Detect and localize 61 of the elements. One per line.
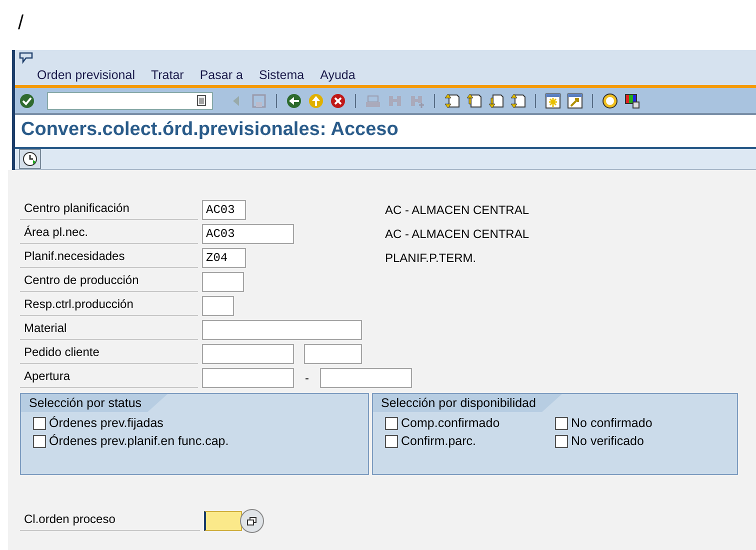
checkbox[interactable] bbox=[385, 434, 398, 448]
input-field[interactable]: AC03 bbox=[202, 200, 246, 220]
lookup-icon bbox=[247, 516, 257, 526]
input-field[interactable] bbox=[202, 368, 294, 388]
enter-icon[interactable] bbox=[19, 92, 35, 108]
field-description: PLANIF.P.TERM. bbox=[385, 251, 476, 265]
group-title: Selección por status bbox=[21, 394, 168, 412]
menu-item[interactable]: Orden previsional bbox=[37, 68, 135, 82]
checkbox[interactable] bbox=[555, 416, 568, 430]
first-page-icon[interactable] bbox=[444, 92, 460, 108]
input-field[interactable]: AC03 bbox=[202, 224, 294, 244]
input-field[interactable] bbox=[202, 320, 362, 340]
checkbox-label: Confirm.parc. bbox=[401, 434, 476, 448]
menu-item[interactable]: Pasar a bbox=[200, 68, 243, 82]
shortcut-icon[interactable] bbox=[567, 92, 583, 108]
field-description: AC - ALMACEN CENTRAL bbox=[385, 227, 530, 241]
field-description: AC - ALMACEN CENTRAL bbox=[385, 203, 530, 217]
input-field[interactable] bbox=[320, 368, 412, 388]
history-icon[interactable] bbox=[197, 95, 206, 106]
field-label: Resp.ctrl.producción bbox=[20, 296, 198, 316]
monitor-icon[interactable] bbox=[624, 92, 640, 108]
input-field[interactable] bbox=[202, 272, 244, 292]
last-page-icon[interactable] bbox=[510, 92, 526, 108]
checkbox-label: Órdenes prev.fijadas bbox=[49, 416, 164, 430]
field-label: Cl.orden proceso bbox=[20, 511, 200, 531]
menu-icon[interactable] bbox=[19, 52, 33, 64]
field-label: Planif.necesidades bbox=[20, 248, 198, 268]
back-icon[interactable] bbox=[286, 92, 302, 108]
field-label: Pedido cliente bbox=[20, 344, 198, 364]
help-icon[interactable] bbox=[602, 92, 618, 108]
group-title: Selección por disponibilidad bbox=[373, 394, 562, 412]
next-page-icon[interactable] bbox=[488, 92, 504, 108]
checkbox-label: Comp.confirmado bbox=[401, 416, 500, 430]
new-session-icon[interactable] bbox=[545, 92, 561, 108]
range-separator: - bbox=[304, 371, 310, 385]
menu-item[interactable]: Sistema bbox=[258, 68, 304, 82]
input-field[interactable]: Z04 bbox=[202, 248, 246, 268]
checkbox[interactable] bbox=[555, 434, 568, 448]
field-label: Centro planificación bbox=[20, 200, 198, 220]
field-label: Área pl.nec. bbox=[20, 224, 198, 244]
input-field[interactable] bbox=[304, 344, 362, 364]
lookup-button[interactable] bbox=[240, 509, 264, 533]
checkbox[interactable] bbox=[33, 416, 46, 430]
command-field[interactable] bbox=[47, 92, 213, 110]
checkbox[interactable] bbox=[385, 416, 398, 430]
checkbox-label: No confirmado bbox=[571, 416, 652, 430]
input-field[interactable] bbox=[202, 344, 294, 364]
menu-item[interactable]: Tratar bbox=[150, 68, 184, 82]
cancel-icon[interactable] bbox=[330, 92, 346, 108]
previous-page-icon[interactable] bbox=[466, 92, 482, 108]
checkbox-label: Órdenes prev.planif.en func.cap. bbox=[49, 434, 229, 448]
execute-button[interactable] bbox=[19, 149, 41, 169]
field-label: Centro de producción bbox=[20, 272, 198, 292]
input-field[interactable] bbox=[204, 511, 242, 531]
checkbox[interactable] bbox=[33, 434, 46, 448]
checkbox-label: No verificado bbox=[571, 434, 644, 448]
slash-text: / bbox=[17, 11, 25, 36]
field-label: Material bbox=[20, 320, 198, 340]
field-label: Apertura bbox=[20, 368, 198, 388]
menu-item[interactable]: Ayuda bbox=[320, 68, 356, 82]
input-field[interactable] bbox=[202, 296, 234, 316]
